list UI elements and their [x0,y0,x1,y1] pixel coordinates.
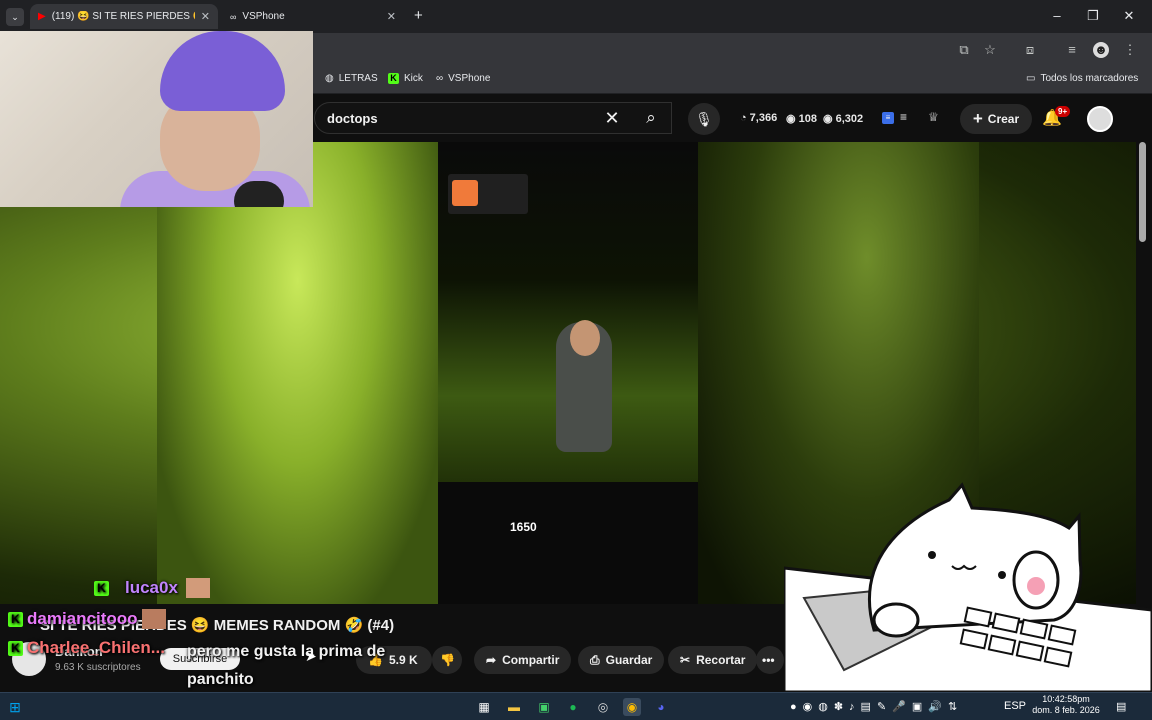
browser-tab-bar: ⌄ ▶ (119) 😆 SI TE RÍES PIERDES 😆 ✕ ∞ VSP… [0,0,1152,33]
webcam-overlay [0,31,313,207]
system-tray[interactable]: ●◉◍✽♪▤✎🎤▣🔊⇅ [790,700,963,713]
bookmark-star-icon[interactable]: ☆ [982,42,998,58]
app-icon[interactable]: ▣ [535,698,553,716]
bongo-cat-eye [928,551,936,559]
spotify-icon[interactable]: ● [564,698,582,716]
webcam-microphone [234,181,284,207]
stat-views-total: ◉ 6,302 [823,112,864,126]
save-button[interactable]: ⎙ Guardar [578,646,665,674]
dashboard: 1650 [438,482,698,604]
kick-icon: K [8,611,23,627]
bongo-cat-overlay [784,482,1152,692]
bongo-cat-eye [998,571,1006,579]
tab-vsphone[interactable]: ∞ VSPhone ✕ [222,4,404,29]
plus-icon: + [972,109,983,128]
chrome-icon[interactable]: ◉ [623,698,641,716]
windows-start-icon[interactable]: ⊞ [6,698,24,716]
app-icon[interactable]: ◎ [594,698,612,716]
tab-label: VSPhone [242,11,285,22]
thumbs-down-icon: 👎 [440,653,455,667]
mouse-cursor-icon: ➤ [305,648,317,664]
eye-icon: ◉ [823,113,833,125]
create-button[interactable]: + Crear [960,104,1032,134]
trophy-icon[interactable]: ♕ [928,110,939,124]
scrollbar[interactable] [1139,142,1146,242]
bookmark-letras[interactable]: ◍ LETRAS [325,73,378,84]
discord-icon[interactable]: ◕ [652,698,670,716]
subscriber-count: 9.63 K suscriptores [55,662,141,673]
dislike-button[interactable]: 👎 [432,646,462,674]
tab-search-button[interactable]: ⌄ [6,8,24,26]
extension-badge-icon[interactable]: ≡ [882,112,894,124]
taskbar-clock[interactable]: 10:42:58pm dom. 8 feb. 2026 [1026,694,1106,716]
profile-icon[interactable]: ☻ [1093,42,1109,58]
clear-search-icon[interactable]: ✕ [598,102,626,134]
avatar[interactable] [1087,106,1113,132]
extensions-icon[interactable]: ⧈ [1022,42,1038,58]
bookmark-kick[interactable]: K Kick [388,73,423,84]
close-icon[interactable]: ✕ [201,10,210,23]
tab-youtube[interactable]: ▶ (119) 😆 SI TE RÍES PIERDES 😆 ✕ [30,4,218,29]
share-button[interactable]: ➦ Compartir [474,646,572,674]
share-icon: ➦ [486,653,497,667]
minimize-button[interactable]: – [1042,6,1072,26]
tab-label: (119) 😆 SI TE RÍES PIERDES 😆 [51,11,195,22]
all-bookmarks[interactable]: ▭ Todos los marcadores [1026,73,1138,84]
webcam-cap [160,31,285,111]
scissors-icon: ✂ [680,653,691,667]
chat-message: pero me gusta la prima de panchito [187,643,386,688]
kick-icon: K [388,73,399,84]
close-window-button[interactable]: ✕ [1114,6,1144,26]
eye-icon: ◉ [786,113,796,125]
install-icon[interactable]: ⧉ [956,42,972,58]
new-tab-button[interactable]: + [414,7,423,24]
list-icon[interactable]: ≡ [900,110,907,124]
close-icon[interactable]: ✕ [387,10,396,23]
dashboard-readout: 1650 [510,520,537,534]
windows-taskbar: ⊞ ▦ ▬ ▣ ● ◎ ◉ ◕ [0,692,1152,720]
microphone-icon[interactable]: 🎙 [688,103,720,135]
person-head [570,320,600,356]
clip-button[interactable]: ✂ Recortar [668,646,758,674]
vsphone-icon: ∞ [230,11,237,22]
chat-user: K damiancitooo [8,609,166,629]
kick-icon: K [94,580,109,596]
folder-icon: ▭ [1026,73,1036,84]
chat-user: K luca0x [94,578,210,598]
video-clip: 1650 [438,142,698,604]
vsphone-icon: ∞ [436,73,444,84]
more-actions-button[interactable]: ••• [756,646,784,674]
clock-icon: ◔ [740,112,747,124]
language-indicator[interactable]: ESP [1004,700,1026,712]
task-view-icon[interactable]: ▦ [475,698,493,716]
file-explorer-icon[interactable]: ▬ [505,698,523,716]
notifications-icon[interactable]: ▤ [1116,700,1126,713]
bongo-cat-paw [872,602,920,638]
notification-badge: 9+ [1055,106,1071,117]
bookmark-icon: ⎙ [590,652,600,667]
media-control-icon[interactable]: ≡ [1064,42,1080,58]
bongo-cat-paw-pad [1027,577,1045,595]
globe-icon: ◍ [325,73,334,84]
emote-icon [185,578,210,598]
clip-overlay-badge [448,174,528,214]
restore-button[interactable]: ❐ [1078,6,1108,26]
emote-icon [141,609,166,629]
search-icon[interactable]: ⌕ [630,102,672,134]
menu-icon[interactable]: ⋮ [1122,42,1138,58]
kick-icon: K [8,640,23,656]
video-blur-left [157,142,438,604]
chat-user: K Charlee_Chilen... [8,638,165,658]
bookmark-vsphone[interactable]: ∞ VSPhone [436,73,490,84]
stat-views: ◉ 108 [786,112,817,126]
stat-clock: ◔ 7,366 [740,112,778,124]
youtube-icon: ▶ [38,11,46,22]
